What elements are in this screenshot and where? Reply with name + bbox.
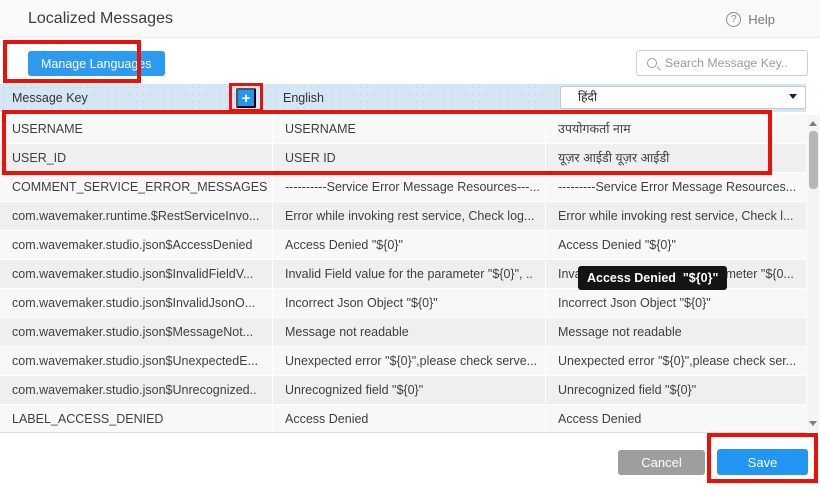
table-row[interactable]: LABEL_ACCESS_DENIED Access Denied Access… [0,405,806,433]
hindi-value-cell[interactable]: Access Denied "${0}" [546,231,806,259]
grid-header: Message Key + English हिंदी [0,84,806,112]
scrollbar-thumb[interactable] [809,131,818,189]
english-value-cell[interactable]: USER ID [273,144,545,172]
hindi-value-cell[interactable]: Error while invoking rest service, Check… [546,202,806,230]
manage-languages-button[interactable]: Manage Languages [28,51,165,76]
hindi-value-cell[interactable]: Message not readable [546,318,806,346]
cancel-button[interactable]: Cancel [618,450,705,475]
help-label: Help [748,12,775,27]
table-row[interactable]: USERNAME USERNAME उपयोगकर्ता नाम [0,115,806,143]
column-header-message-key: Message Key [12,84,88,112]
tooltip: Access Denied "${0}" [578,266,727,290]
english-value-cell[interactable]: Unexpected error "${0}",please check ser… [273,347,545,375]
message-key-cell[interactable]: com.wavemaker.studio.json$MessageNot... [0,318,272,346]
language-select-value: हिंदी [578,90,597,104]
vertical-scrollbar[interactable] [807,115,819,432]
hindi-value-cell[interactable]: Incorrect Json Object "${0}" [546,289,806,317]
chevron-down-icon [789,94,797,99]
message-key-cell[interactable]: USER_ID [0,144,272,172]
hindi-value-cell[interactable]: Unexpected error "${0}",please check ser… [546,347,806,375]
hindi-value-cell[interactable]: ---------Service Error Message Resources… [546,173,806,201]
english-value-cell[interactable]: Incorrect Json Object "${0}" [273,289,545,317]
english-value-cell[interactable]: Error while invoking rest service, Check… [273,202,545,230]
message-key-cell[interactable]: LABEL_ACCESS_DENIED [0,405,272,433]
message-key-cell[interactable]: com.wavemaker.studio.json$InvalidJsonO..… [0,289,272,317]
message-key-cell[interactable]: com.wavemaker.studio.json$InvalidFieldV.… [0,260,272,288]
title-bar: Localized Messages ? Help [0,0,820,38]
hindi-value-cell[interactable]: उपयोगकर्ता नाम [546,115,806,143]
search-box [636,50,808,76]
table-row[interactable]: com.wavemaker.studio.json$UnexpectedE...… [0,347,806,375]
table-row[interactable]: com.wavemaker.runtime.$RestServiceInvo..… [0,202,806,230]
table-row[interactable]: USER_ID USER ID यूज़र आईडी यूज़र आईडी [0,144,806,172]
search-input[interactable] [657,56,787,70]
message-key-cell[interactable]: com.wavemaker.studio.json$Unrecognized.. [0,376,272,404]
help-button[interactable]: ? Help [726,0,775,38]
table-row[interactable]: com.wavemaker.studio.json$MessageNot... … [0,318,806,346]
search-icon [647,58,657,68]
message-key-cell[interactable]: com.wavemaker.studio.json$UnexpectedE... [0,347,272,375]
add-language-button[interactable]: + [236,88,256,108]
localized-messages-dialog: Localized Messages ? Help Manage Languag… [0,0,820,489]
table-row[interactable]: com.wavemaker.studio.json$Unrecognized..… [0,376,806,404]
help-icon: ? [726,12,741,27]
table-row[interactable]: com.wavemaker.studio.json$InvalidJsonO..… [0,289,806,317]
save-button[interactable]: Save [717,449,808,475]
message-key-cell[interactable]: com.wavemaker.studio.json$AccessDenied [0,231,272,259]
language-select[interactable]: हिंदी [560,86,806,109]
message-key-cell[interactable]: USERNAME [0,115,272,143]
english-value-cell[interactable]: Access Denied "${0}" [273,231,545,259]
scroll-up-icon[interactable] [809,121,817,126]
hindi-value-cell[interactable]: यूज़र आईडी यूज़र आईडी [546,144,806,172]
english-value-cell[interactable]: Access Denied [273,405,545,433]
column-header-english: English [283,84,324,112]
table-row[interactable]: com.wavemaker.studio.json$AccessDenied A… [0,231,806,259]
hindi-value-cell[interactable]: Unrecognized field "${0}" [546,376,806,404]
english-value-cell[interactable]: Invalid Field value for the parameter "$… [273,260,545,288]
message-key-cell[interactable]: com.wavemaker.runtime.$RestServiceInvo..… [0,202,272,230]
table-row[interactable]: COMMENT_SERVICE_ERROR_MESSAGES ---------… [0,173,806,201]
english-value-cell[interactable]: Unrecognized field "${0}" [273,376,545,404]
scroll-down-icon[interactable] [809,421,817,426]
english-value-cell[interactable]: ----------Service Error Message Resource… [273,173,545,201]
message-key-cell[interactable]: COMMENT_SERVICE_ERROR_MESSAGES [0,173,272,201]
page-title: Localized Messages [28,0,173,38]
english-value-cell[interactable]: Message not readable [273,318,545,346]
english-value-cell[interactable]: USERNAME [273,115,545,143]
hindi-value-cell[interactable]: Access Denied [546,405,806,433]
